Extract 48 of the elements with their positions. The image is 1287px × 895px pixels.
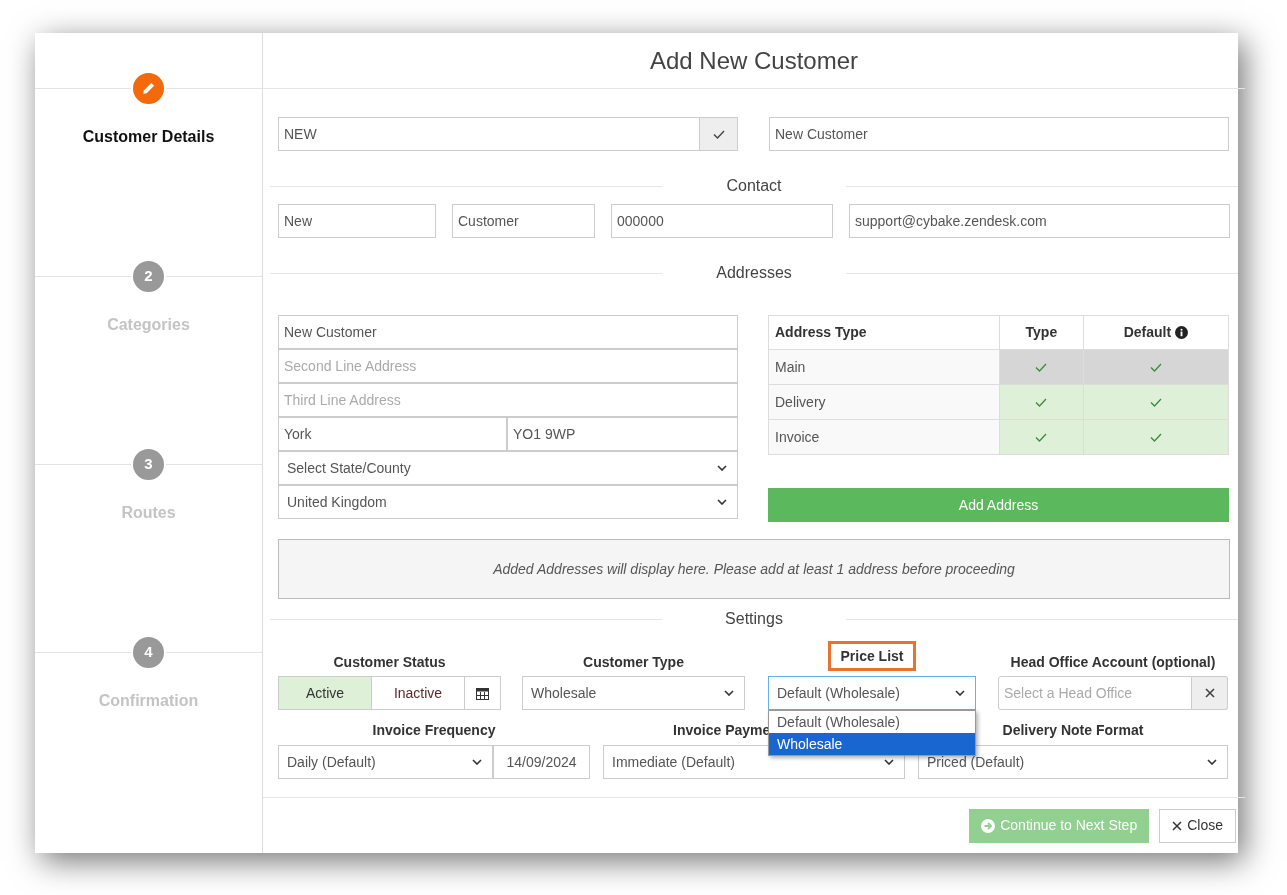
table-cell: Invoice	[768, 419, 1000, 455]
dropdown-option[interactable]: Default (Wholesale)	[769, 711, 975, 733]
section-heading: Settings	[724, 609, 784, 629]
step-number: 4	[133, 637, 164, 668]
column-header: Address Type	[768, 315, 1000, 350]
select-field[interactable]: Daily (Default)	[278, 745, 493, 779]
step-label: Categories	[106, 315, 191, 335]
input-field[interactable]: Second Line Address	[278, 349, 738, 383]
input-field[interactable]: Third Line Address	[278, 383, 738, 417]
table-cell: Main	[768, 349, 1000, 385]
input-field[interactable]: Customer	[452, 204, 595, 238]
select-field[interactable]: Wholesale	[522, 676, 745, 710]
input-field[interactable]: New Customer	[278, 315, 738, 349]
step-label: Confirmation	[97, 691, 200, 711]
input-field[interactable]: 14/09/2024	[493, 745, 590, 779]
input-field[interactable]: York	[278, 417, 507, 451]
field-label: Price List	[828, 641, 916, 671]
dialog-title: Add New Customer	[649, 45, 859, 76]
dropdown-option[interactable]: Wholesale	[769, 733, 975, 755]
select-field[interactable]: Priced (Default)	[918, 745, 1228, 779]
input-field[interactable]: New	[278, 204, 436, 238]
field-label: Customer Type	[582, 653, 685, 671]
empty-addresses-message: Added Addresses will display here. Please add at least 1 address before proceeding	[278, 539, 1230, 599]
step-label: Customer Details	[81, 127, 216, 147]
select-field[interactable]: Select State/County	[278, 451, 738, 485]
section-heading: Contact	[725, 176, 783, 196]
section-heading: Addresses	[715, 263, 793, 283]
input-field[interactable]: NEW	[278, 117, 700, 151]
table-cell: Delivery	[768, 384, 1000, 420]
input-field[interactable]: 000000	[611, 204, 833, 238]
step-label: Routes	[120, 503, 177, 523]
close-button[interactable]: Close	[1159, 808, 1236, 843]
step-number: 2	[133, 261, 164, 292]
input-field[interactable]: support@cybake.zendesk.com	[849, 204, 1230, 238]
step-number: 3	[133, 449, 164, 480]
field-label: Invoice Payme	[673, 721, 771, 739]
input-field[interactable]: Select a Head Office	[998, 676, 1192, 710]
field-label: Customer Status	[332, 653, 447, 671]
field-label: Invoice Frequency	[371, 721, 497, 739]
select-field[interactable]: Default (Wholesale)	[768, 676, 976, 710]
field-label: Delivery Note Format	[1001, 721, 1145, 739]
column-header-text: Default	[1123, 323, 1172, 342]
status-option[interactable]: Active	[279, 677, 372, 709]
input-field[interactable]: YO1 9WP	[507, 417, 738, 451]
field-label: Head Office Account (optional)	[1009, 653, 1217, 671]
select-field[interactable]: United Kingdom	[278, 485, 738, 519]
column-header: Type	[999, 315, 1084, 350]
input-field[interactable]: New Customer	[769, 117, 1229, 151]
